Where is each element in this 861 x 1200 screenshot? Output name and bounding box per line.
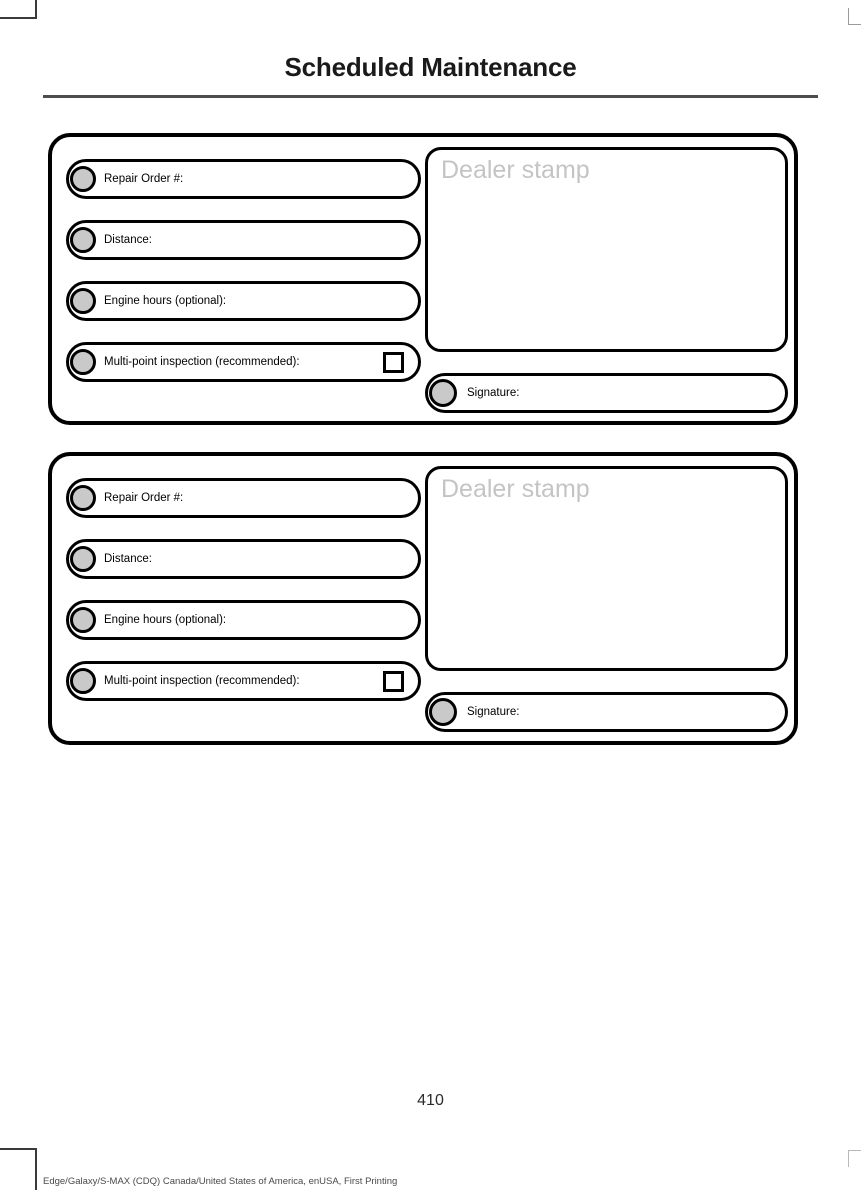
bullet-icon [70,668,96,694]
page-title: Scheduled Maintenance [284,52,577,82]
field-repair-order[interactable]: Repair Order #: [66,159,421,199]
bullet-icon [70,288,96,314]
field-repair-order[interactable]: Repair Order #: [66,478,421,518]
field-distance[interactable]: Distance: [66,539,421,579]
field-multi-point-inspection[interactable]: Multi-point inspection (recommended): [66,661,421,701]
field-label: Signature: [467,387,520,399]
maintenance-record-card: Repair Order #: Distance: Engine hours (… [48,452,798,745]
field-label: Distance: [104,553,152,565]
field-distance[interactable]: Distance: [66,220,421,260]
bullet-icon [429,698,457,726]
field-signature[interactable]: Signature: [425,373,788,413]
title-divider [43,95,818,98]
bullet-icon [70,607,96,633]
dealer-stamp-group: Dealer stamp Signature: [425,466,788,732]
crop-mark-top-right [848,8,861,25]
bullet-icon [70,227,96,253]
field-label: Signature: [467,706,520,718]
footer-imprint: Edge/Galaxy/S-MAX (CDQ) Canada/United St… [43,1176,398,1187]
dealer-stamp-box[interactable]: Dealer stamp [425,466,788,671]
field-label: Engine hours (optional): [104,614,227,626]
field-engine-hours[interactable]: Engine hours (optional): [66,281,421,321]
bullet-icon [70,546,96,572]
bullet-icon [70,166,96,192]
field-label: Engine hours (optional): [104,295,227,307]
crop-mark-bottom-left [0,1148,37,1190]
dealer-stamp-placeholder: Dealer stamp [441,475,590,503]
field-label: Distance: [104,234,152,246]
crop-mark-bottom-right [848,1150,861,1167]
dealer-stamp-box[interactable]: Dealer stamp [425,147,788,352]
dealer-stamp-placeholder: Dealer stamp [441,156,590,184]
field-label: Multi-point inspection (recommended): [104,675,300,687]
multi-point-inspection-checkbox[interactable] [383,670,404,692]
field-engine-hours[interactable]: Engine hours (optional): [66,600,421,640]
field-signature[interactable]: Signature: [425,692,788,732]
service-fields-group: Repair Order #: Distance: Engine hours (… [66,159,421,403]
field-label: Multi-point inspection (recommended): [104,356,300,368]
maintenance-record-card: Repair Order #: Distance: Engine hours (… [48,133,798,425]
field-label: Repair Order #: [104,173,184,185]
field-label: Repair Order #: [104,492,184,504]
bullet-icon [429,379,457,407]
multi-point-inspection-checkbox[interactable] [383,351,404,373]
dealer-stamp-group: Dealer stamp Signature: [425,147,788,413]
crop-mark-top-left [0,0,37,19]
bullet-icon [70,485,96,511]
service-fields-group: Repair Order #: Distance: Engine hours (… [66,478,421,722]
page-number: 410 [417,1092,444,1109]
bullet-icon [70,349,96,375]
field-multi-point-inspection[interactable]: Multi-point inspection (recommended): [66,342,421,382]
